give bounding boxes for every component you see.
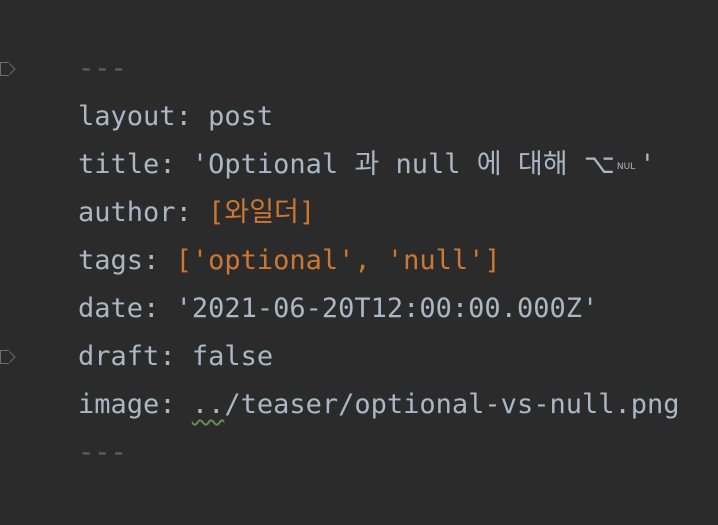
line-date[interactable]: date: '2021-06-20T12:00:00.000Z' [13, 237, 598, 324]
value-image-dots: .. [191, 389, 225, 420]
code-editor[interactable]: --- layout: post title: 'Optional 과 null… [0, 0, 718, 468]
separator-text: --- [78, 437, 127, 468]
line-title[interactable]: title: 'Optional 과 null 에 대해 ⌥ NUL ' [13, 93, 656, 180]
line-tags[interactable]: tags: ['optional', 'null'] [13, 189, 501, 276]
line-author[interactable]: author: [와일더] [13, 141, 315, 228]
value-image-path: /teaser/optional-vs-null.png [224, 389, 680, 420]
fold-marker-icon[interactable] [0, 62, 9, 76]
line-image[interactable]: image: ../teaser/optional-vs-null.png [13, 333, 679, 420]
fold-marker-icon[interactable] [0, 350, 9, 364]
colon: : [159, 389, 192, 420]
frontmatter-end-separator: --- [13, 381, 127, 468]
frontmatter-start-separator: --- [13, 0, 127, 84]
option-key-icon: ⌥ [583, 149, 615, 180]
line-draft[interactable]: draft: false [13, 285, 273, 372]
line-layout[interactable]: layout: post [13, 45, 273, 132]
value-title-end: ' [639, 149, 656, 180]
nul-char-badge: NUL [616, 162, 636, 172]
